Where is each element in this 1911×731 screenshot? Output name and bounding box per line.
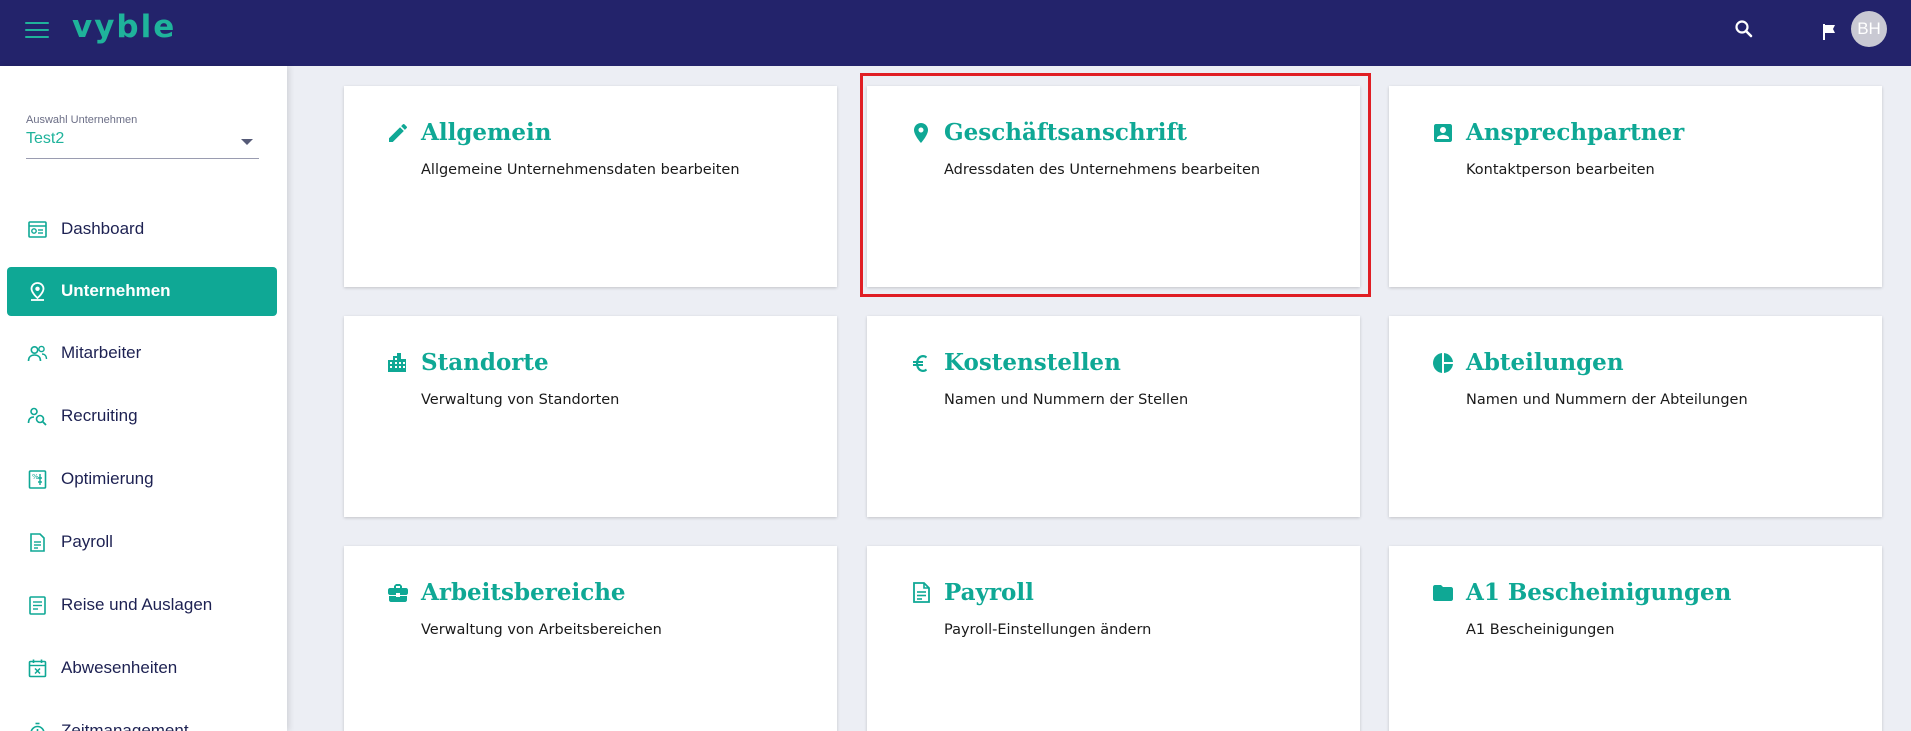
sidebar-item-optimierung[interactable]: % Optimierung <box>7 455 277 504</box>
person-search-icon <box>27 406 48 427</box>
people-icon <box>27 343 48 364</box>
card-description: Namen und Nummern der Abteilungen <box>1466 392 1748 408</box>
sidebar-item-label: Mitarbeiter <box>61 343 142 362</box>
stopwatch-icon <box>27 721 48 731</box>
card-payroll[interactable]: Payroll Payroll-Einstellungen ändern <box>867 546 1360 731</box>
card-title: Geschäftsanschrift <box>944 119 1187 146</box>
card-standorte[interactable]: Standorte Verwaltung von Standorten <box>344 316 837 517</box>
location-pin-icon <box>27 281 48 302</box>
card-description: Adressdaten des Unternehmens bearbeiten <box>944 162 1261 178</box>
buildings-icon <box>386 351 410 375</box>
optimization-icon: % <box>27 469 48 490</box>
card-abteilungen[interactable]: Abteilungen Namen und Nummern der Abteil… <box>1389 316 1882 517</box>
menu-icon[interactable] <box>25 22 49 42</box>
sidebar-item-label: Dashboard <box>61 219 145 238</box>
card-allgemein[interactable]: Allgemein Allgemeine Unternehmensdaten b… <box>344 86 837 287</box>
sidebar-item-label: Payroll <box>61 532 113 551</box>
sidebar-item-dashboard[interactable]: Dashboard <box>7 205 277 254</box>
chevron-down-icon[interactable] <box>241 139 253 145</box>
receipt-icon <box>27 595 48 616</box>
sidebar-item-abwesenheiten[interactable]: Abwesenheiten <box>7 644 277 693</box>
folder-icon <box>1431 581 1455 605</box>
card-description: Payroll-Einstellungen ändern <box>944 622 1152 638</box>
sidebar: Auswahl Unternehmen Test2 Dashboard Unte… <box>0 66 287 731</box>
sidebar-item-zeitmanagement[interactable]: Zeitmanagement <box>7 707 277 731</box>
sidebar-item-label: Reise und Auslagen <box>61 595 213 614</box>
card-title: Standorte <box>421 349 549 376</box>
card-geschaeftsanschrift[interactable]: Geschäftsanschrift Adressdaten des Unter… <box>867 86 1360 287</box>
card-title: Kostenstellen <box>944 349 1121 376</box>
sidebar-item-label: Optimierung <box>61 469 154 488</box>
card-title: Abteilungen <box>1466 349 1624 376</box>
sidebar-item-label: Recruiting <box>61 406 138 425</box>
logo[interactable]: vyble <box>72 9 176 45</box>
card-title: A1 Bescheinigungen <box>1466 579 1732 606</box>
search-icon[interactable] <box>1733 18 1755 40</box>
card-a1-bescheinigungen[interactable]: A1 Bescheinigungen A1 Bescheinigungen <box>1389 546 1882 731</box>
sidebar-item-label: Zeitmanagement <box>61 721 189 731</box>
flag-icon[interactable] <box>1820 22 1840 42</box>
sidebar-item-label: Unternehmen <box>61 281 171 300</box>
card-description: Allgemeine Unternehmensdaten bearbeiten <box>421 162 740 178</box>
payroll-document-icon <box>909 581 933 605</box>
pencil-icon <box>386 121 410 145</box>
svg-text:%: % <box>32 473 39 481</box>
euro-icon <box>909 351 933 375</box>
dashboard-icon <box>27 219 48 240</box>
calendar-cross-icon <box>27 658 48 679</box>
card-title: Payroll <box>944 579 1034 606</box>
sidebar-item-mitarbeiter[interactable]: Mitarbeiter <box>7 329 277 378</box>
company-select-label: Auswahl Unternehmen <box>26 114 138 126</box>
sidebar-item-recruiting[interactable]: Recruiting <box>7 392 277 441</box>
company-select-value: Test2 <box>26 130 65 147</box>
card-ansprechpartner[interactable]: Ansprechpartner Kontaktperson bearbeiten <box>1389 86 1882 287</box>
card-description: Namen und Nummern der Stellen <box>944 392 1189 408</box>
card-kostenstellen[interactable]: Kostenstellen Namen und Nummern der Stel… <box>867 316 1360 517</box>
card-title: Ansprechpartner <box>1466 119 1685 146</box>
sidebar-item-label: Abwesenheiten <box>61 658 178 677</box>
briefcase-icon <box>386 581 410 605</box>
sidebar-item-unternehmen[interactable]: Unternehmen <box>7 267 277 316</box>
card-description: Verwaltung von Arbeitsbereichen <box>421 622 662 638</box>
sidebar-item-reise-und-auslagen[interactable]: Reise und Auslagen <box>7 581 277 630</box>
avatar[interactable]: BH <box>1851 11 1887 47</box>
contact-card-icon <box>1431 121 1455 145</box>
pie-chart-icon <box>1431 351 1455 375</box>
sidebar-item-payroll[interactable]: Payroll <box>7 518 277 567</box>
card-description: A1 Bescheinigungen <box>1466 622 1615 638</box>
card-description: Verwaltung von Standorten <box>421 392 620 408</box>
card-title: Arbeitsbereiche <box>421 579 626 606</box>
payroll-document-icon <box>27 532 48 553</box>
company-select[interactable]: Auswahl Unternehmen Test2 <box>26 114 259 159</box>
card-title: Allgemein <box>421 119 552 146</box>
location-pin-icon <box>909 121 933 145</box>
card-description: Kontaktperson bearbeiten <box>1466 162 1655 178</box>
card-arbeitsbereiche[interactable]: Arbeitsbereiche Verwaltung von Arbeitsbe… <box>344 546 837 731</box>
top-bar: vyble BH <box>0 0 1911 66</box>
